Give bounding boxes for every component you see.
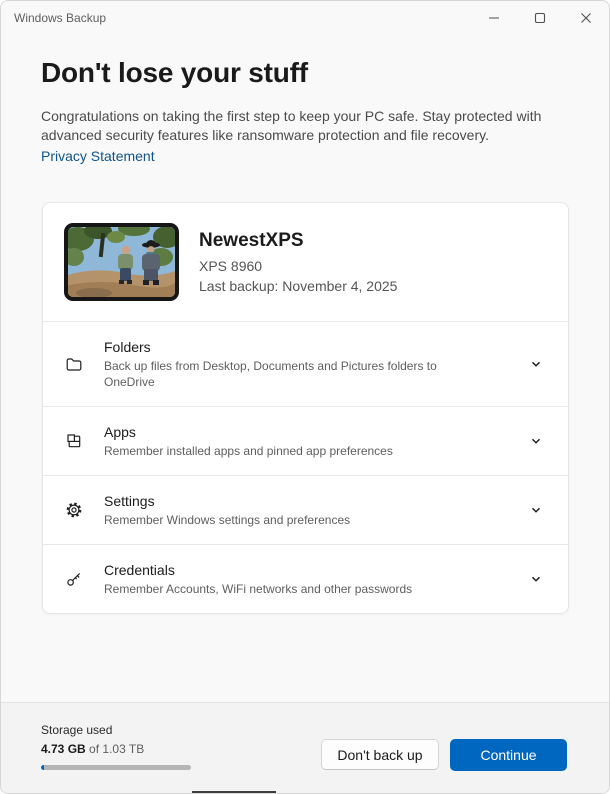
backup-row-settings[interactable]: Settings Remember Windows settings and p… <box>43 476 568 544</box>
storage-amount: 4.73 GB of 1.03 TB <box>41 742 144 756</box>
close-button[interactable] <box>563 1 609 35</box>
backup-card: NewestXPS XPS 8960 Last backup: November… <box>42 202 569 614</box>
continue-button[interactable]: Continue <box>450 739 567 771</box>
row-text: Settings Remember Windows settings and p… <box>104 493 350 528</box>
storage-total-value: 1.03 TB <box>102 742 145 756</box>
row-description: Remember Accounts, WiFi networks and oth… <box>104 581 413 596</box>
device-header: NewestXPS XPS 8960 Last backup: November… <box>43 203 568 321</box>
row-text: Folders Back up files from Desktop, Docu… <box>104 339 449 390</box>
row-title: Settings <box>104 492 155 509</box>
folders-expand-button[interactable] <box>524 352 548 376</box>
chevron-down-icon <box>531 361 541 367</box>
maximize-button[interactable] <box>517 1 563 35</box>
row-title: Credentials <box>104 561 175 578</box>
gear-icon <box>65 501 83 519</box>
footer-bar: Storage used 4.73 GB of 1.03 TB Don't ba… <box>1 702 609 793</box>
page-description: Congratulations on taking the first step… <box>41 108 542 143</box>
device-wallpaper-thumbnail <box>64 223 179 301</box>
storage-used-value: 4.73 GB <box>41 742 86 756</box>
chevron-down-icon <box>531 438 541 444</box>
apps-icon <box>65 432 83 450</box>
device-info: NewestXPS XPS 8960 Last backup: November… <box>199 230 397 294</box>
storage-progress-fill <box>41 765 44 770</box>
chevron-down-icon <box>531 507 541 513</box>
chevron-down-icon <box>531 576 541 582</box>
device-model: XPS 8960 <box>199 258 263 274</box>
row-title: Apps <box>104 423 136 440</box>
storage-used-label: Storage used <box>41 723 113 737</box>
row-description: Back up files from Desktop, Documents an… <box>104 358 437 389</box>
row-description: Remember installed apps and pinned app p… <box>104 443 393 458</box>
row-text: Credentials Remember Accounts, WiFi netw… <box>104 562 412 597</box>
device-last-backup: Last backup: November 4, 2025 <box>199 278 398 294</box>
row-title: Folders <box>104 338 151 355</box>
storage-progress-bar <box>41 765 191 770</box>
privacy-statement-link[interactable]: Privacy Statement <box>41 148 155 164</box>
apps-expand-button[interactable] <box>524 429 548 453</box>
title-bar: Windows Backup <box>1 1 609 37</box>
row-description: Remember Windows settings and preference… <box>104 512 351 527</box>
maximize-icon <box>534 12 546 24</box>
windows-backup-window: Windows Backup Don't lose your stuff Con… <box>0 0 610 794</box>
minimize-icon <box>489 17 499 19</box>
key-icon <box>65 570 83 588</box>
minimize-button[interactable] <box>471 1 517 35</box>
storage-of-text: of <box>85 742 103 756</box>
backup-row-credentials[interactable]: Credentials Remember Accounts, WiFi netw… <box>43 545 568 613</box>
window-controls <box>471 1 609 35</box>
folder-icon <box>65 355 83 373</box>
backup-row-folders[interactable]: Folders Back up files from Desktop, Docu… <box>43 322 568 406</box>
dont-back-up-button[interactable]: Don't back up <box>321 739 439 770</box>
row-text: Apps Remember installed apps and pinned … <box>104 424 393 459</box>
window-title: Windows Backup <box>14 11 107 25</box>
settings-expand-button[interactable] <box>524 498 548 522</box>
backup-row-apps[interactable]: Apps Remember installed apps and pinned … <box>43 407 568 475</box>
device-name: NewestXPS <box>199 230 304 251</box>
close-icon <box>581 13 591 23</box>
credentials-expand-button[interactable] <box>524 567 548 591</box>
page-title: Don't lose your stuff <box>41 57 308 88</box>
